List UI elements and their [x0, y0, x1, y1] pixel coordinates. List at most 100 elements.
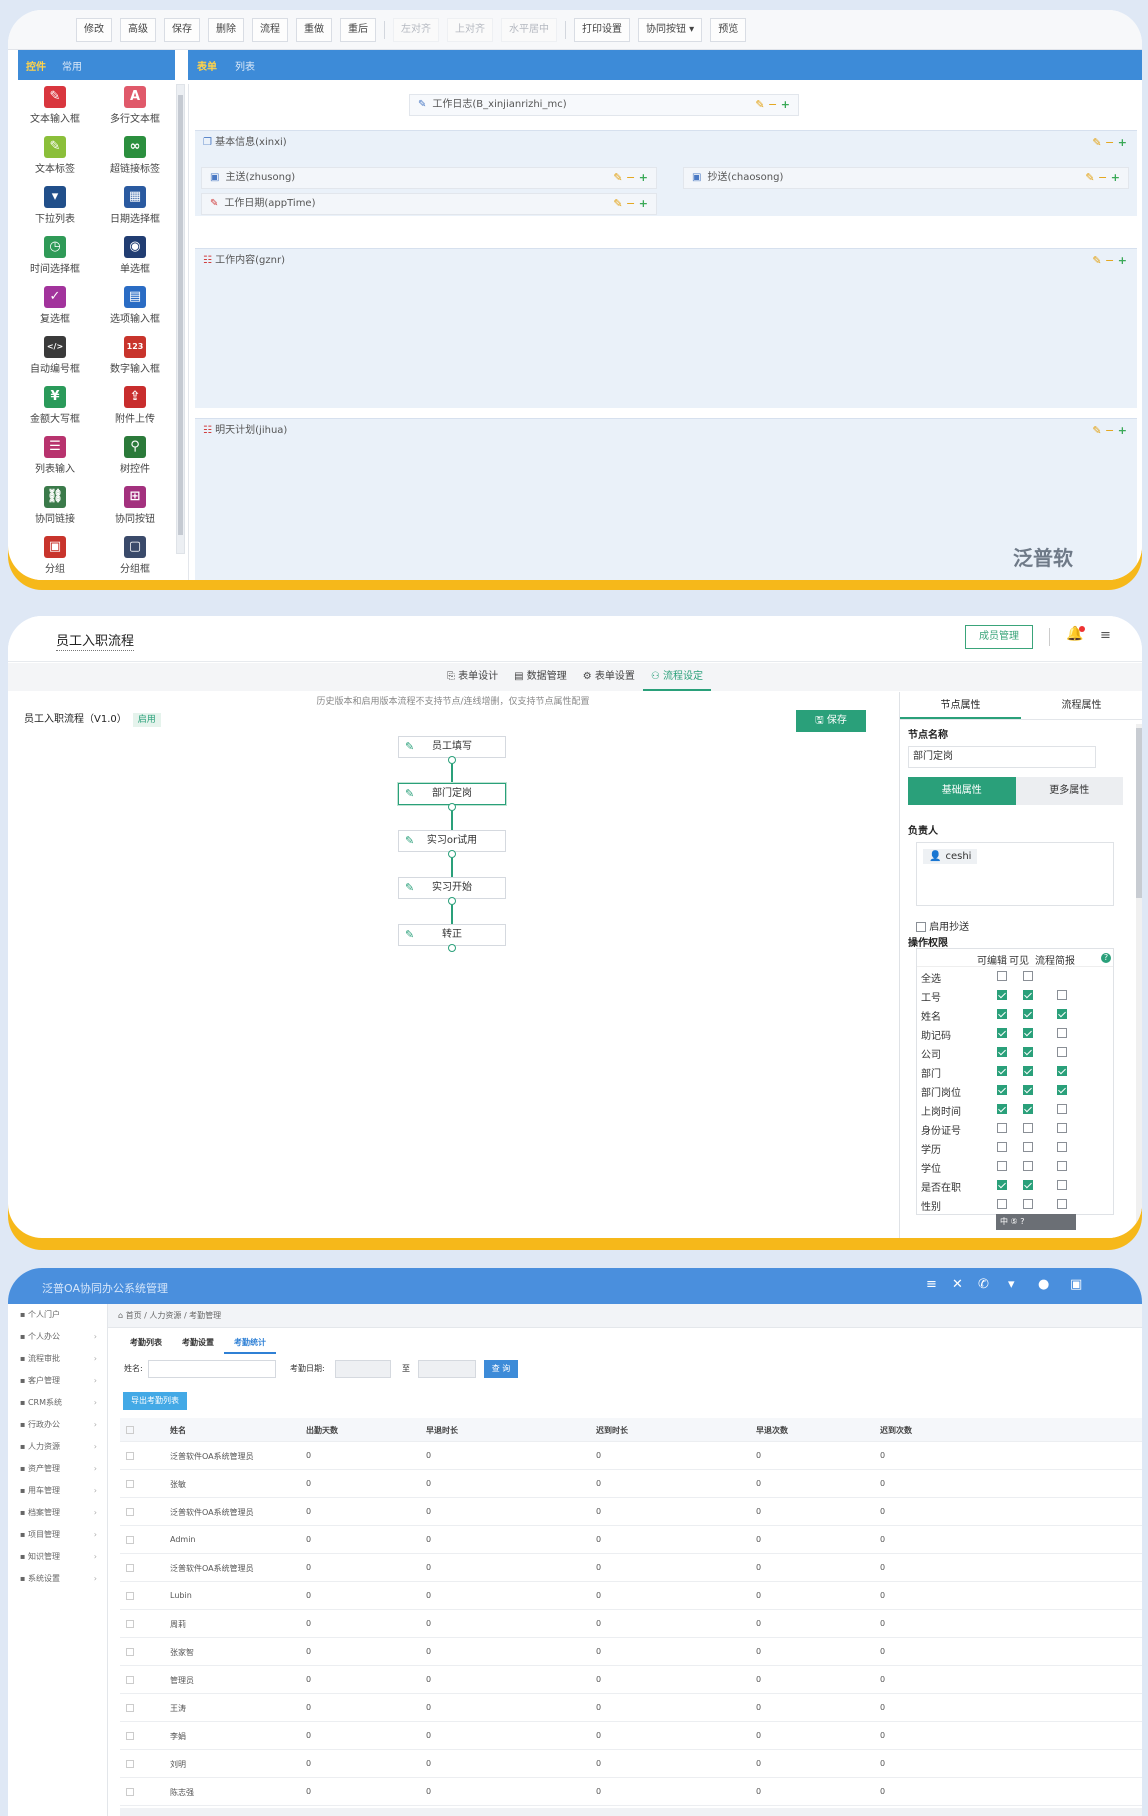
edit-checkbox[interactable]	[997, 1085, 1007, 1095]
name-filter-input[interactable]	[148, 1360, 276, 1378]
control-item[interactable]: ⛓ 协同链接	[18, 484, 92, 532]
edit-checkbox[interactable]	[997, 1180, 1007, 1190]
view-checkbox[interactable]	[1023, 1142, 1033, 1152]
row-checkbox[interactable]	[126, 1760, 134, 1768]
table-row[interactable]: 周莉 0 0 0 0 0	[120, 1610, 1142, 1638]
edit-icon[interactable]: ✎	[405, 878, 414, 898]
sidebar-item[interactable]: ▪ 用车管理 ›	[8, 1480, 107, 1502]
menu-icon[interactable]: ≡	[1100, 628, 1111, 643]
node-name-input[interactable]: 部门定岗	[908, 746, 1096, 768]
group-tools[interactable]: ✎ − +	[1092, 419, 1127, 443]
sidebar-item[interactable]: ▪ 流程审批 ›	[8, 1348, 107, 1370]
toolbar-button[interactable]: 重后	[340, 17, 376, 42]
brief-checkbox[interactable]	[1057, 1161, 1067, 1171]
export-button[interactable]: 导出考勤列表	[123, 1392, 187, 1410]
toolbar-button[interactable]: 高级	[120, 17, 156, 42]
phone-icon[interactable]: ✆	[978, 1277, 989, 1292]
field-chaosong[interactable]: ▣ 抄送(chaosong) ✎ − +	[683, 167, 1129, 189]
group-basic-info[interactable]: ❐ 基本信息(xinxi) ✎ − + ▣ 主送(zhusong) ✎ − + ✎ 工…	[195, 130, 1137, 216]
control-item[interactable]: ✎ 文本标签	[18, 134, 92, 182]
toolbar-button[interactable]: 修改	[76, 17, 112, 42]
toolbar-button[interactable]: 重做	[296, 17, 332, 42]
home-icon[interactable]: ⌂	[118, 1311, 126, 1320]
edit-checkbox[interactable]	[997, 1142, 1007, 1152]
row-checkbox[interactable]	[126, 1732, 134, 1740]
view-checkbox[interactable]	[1023, 1104, 1033, 1114]
sidebar-item[interactable]: ▪ 行政办公 ›	[8, 1414, 107, 1436]
attendance-tab[interactable]: 考勤列表	[120, 1332, 172, 1354]
view-checkbox[interactable]	[1023, 1161, 1033, 1171]
field-tools[interactable]: ✎ − +	[613, 194, 648, 214]
bell-icon[interactable]: ▾	[1008, 1277, 1015, 1292]
more-attr-button[interactable]: 更多属性	[1015, 777, 1123, 805]
sidebar-item[interactable]: ▪ 系统设置 ›	[8, 1568, 107, 1590]
flow-node[interactable]: ✎ 员工填写	[398, 736, 506, 758]
control-item[interactable]: ⚲ 树控件	[98, 434, 172, 482]
brief-checkbox[interactable]	[1057, 1009, 1067, 1019]
sidebar-item[interactable]: ▪ 资产管理 ›	[8, 1458, 107, 1480]
control-item[interactable]: A 多行文本框	[98, 84, 172, 132]
save-button[interactable]: 🖫 保存	[796, 710, 866, 732]
edit-checkbox[interactable]	[997, 990, 1007, 1000]
table-row[interactable]: 王涛 0 0 0 0 0	[120, 1694, 1142, 1722]
owner-chip[interactable]: 👤 ceshi	[923, 849, 978, 864]
attendance-tab[interactable]: 考勤统计	[224, 1332, 276, 1354]
brief-checkbox[interactable]	[1057, 1104, 1067, 1114]
toolbar-button[interactable]: 协同按钮 ▾	[638, 17, 703, 42]
control-item[interactable]: ⊞ 协同按钮	[98, 484, 172, 532]
control-tab[interactable]: 控件	[18, 58, 54, 73]
table-row[interactable]: 陈志强 0 0 0 0 0	[120, 1778, 1142, 1806]
enable-cc-option[interactable]: 启用抄送	[916, 918, 969, 933]
owner-box[interactable]: 👤 ceshi	[916, 842, 1114, 906]
row-checkbox[interactable]	[126, 1508, 134, 1516]
view-checkbox[interactable]	[1023, 1009, 1033, 1019]
edit-checkbox[interactable]	[997, 1104, 1007, 1114]
row-checkbox[interactable]	[126, 1704, 134, 1712]
row-checkbox[interactable]	[126, 1676, 134, 1684]
edit-icon[interactable]: ✎	[405, 784, 414, 804]
date-from-input[interactable]	[335, 1360, 391, 1378]
chat-icon[interactable]: ●	[1038, 1277, 1049, 1292]
sidebar-item[interactable]: ▪ 知识管理 ›	[8, 1546, 107, 1568]
row-checkbox[interactable]	[126, 1592, 134, 1600]
brief-checkbox[interactable]	[1057, 1085, 1067, 1095]
table-row[interactable]: 刘明 0 0 0 0 0	[120, 1750, 1142, 1778]
edit-checkbox[interactable]	[997, 1028, 1007, 1038]
field-tools[interactable]: ✎ − +	[1085, 168, 1120, 188]
menu-icon[interactable]: ≡	[926, 1277, 937, 1292]
control-item[interactable]: ☰ 列表输入	[18, 434, 92, 482]
flow-node[interactable]: ✎ 实习or试用	[398, 830, 506, 852]
group-tomorrow-plan[interactable]: ☷ 明天计划(jihua) ✎ − +	[195, 418, 1137, 580]
row-checkbox[interactable]	[126, 1788, 134, 1796]
view-checkbox[interactable]	[1023, 1180, 1033, 1190]
edit-checkbox[interactable]	[997, 1066, 1007, 1076]
table-row[interactable]: 张敏 0 0 0 0 0	[120, 1470, 1142, 1498]
control-tab[interactable]: 常用	[54, 58, 90, 73]
attendance-tab[interactable]: 考勤设置	[172, 1332, 224, 1354]
edit-checkbox[interactable]	[997, 971, 1007, 981]
row-checkbox[interactable]	[126, 1648, 134, 1656]
control-item[interactable]: ✎ 文本输入框	[18, 84, 92, 132]
view-checkbox[interactable]	[1023, 1199, 1033, 1209]
control-item[interactable]: 123 数字输入框	[98, 334, 172, 382]
control-item[interactable]: ◷ 时间选择框	[18, 234, 92, 282]
basic-attr-button[interactable]: 基础属性	[908, 777, 1016, 805]
control-item[interactable]: ▾ 下拉列表	[18, 184, 92, 232]
edit-checkbox[interactable]	[997, 1047, 1007, 1057]
view-checkbox[interactable]	[1023, 1123, 1033, 1133]
brief-checkbox[interactable]	[1057, 1047, 1067, 1057]
row-checkbox[interactable]	[126, 1564, 134, 1572]
control-item[interactable]: ∞ 超链接标签	[98, 134, 172, 182]
member-manage-button[interactable]: 成员管理	[965, 625, 1033, 649]
form-tab[interactable]: 列表	[226, 58, 264, 73]
view-checkbox[interactable]	[1023, 1085, 1033, 1095]
sidebar-item[interactable]: ▪ 客户管理 ›	[8, 1370, 107, 1392]
control-item[interactable]: ¥ 金额大写框	[18, 384, 92, 432]
table-scrollbar[interactable]	[120, 1808, 1142, 1816]
control-item[interactable]: ▦ 日期选择框	[98, 184, 172, 232]
row-checkbox[interactable]	[126, 1620, 134, 1628]
sidebar-item[interactable]: ▪ 项目管理 ›	[8, 1524, 107, 1546]
table-row[interactable]: 管理员 0 0 0 0 0	[120, 1666, 1142, 1694]
toolbar-button[interactable]: 打印设置	[574, 17, 630, 42]
flow-node[interactable]: ✎ 部门定岗	[398, 783, 506, 805]
